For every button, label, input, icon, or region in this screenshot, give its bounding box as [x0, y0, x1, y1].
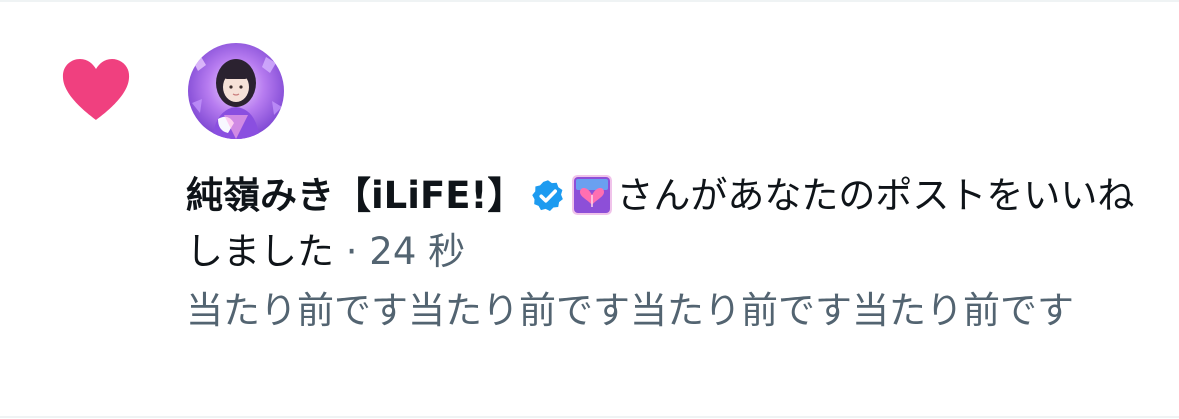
verified-badge-icon [532, 180, 564, 211]
avatar[interactable] [188, 43, 284, 139]
bottom-divider [0, 416, 1179, 418]
notification-headline: 純嶺みき【iLiFE!】 さんがあなたのポストをいいねしました · 24 秒 [186, 168, 1146, 280]
user-name[interactable]: 純嶺みき【iLiFE!】 [186, 174, 524, 217]
time-separator: · [334, 230, 370, 273]
timestamp[interactable]: 24 秒 [369, 230, 465, 273]
post-preview[interactable]: 当たり前です当たり前です当たり前です当たり前です [186, 282, 1146, 340]
ilife-affiliate-badge[interactable] [572, 175, 613, 215]
like-notification[interactable]: 純嶺みき【iLiFE!】 さんがあなたのポストをいいねしました · 24 秒 当た… [0, 0, 1179, 419]
heart-icon [62, 59, 130, 120]
notification-content: 純嶺みき【iLiFE!】 さんがあなたのポストをいいねしました · 24 秒 当た… [186, 168, 1146, 340]
